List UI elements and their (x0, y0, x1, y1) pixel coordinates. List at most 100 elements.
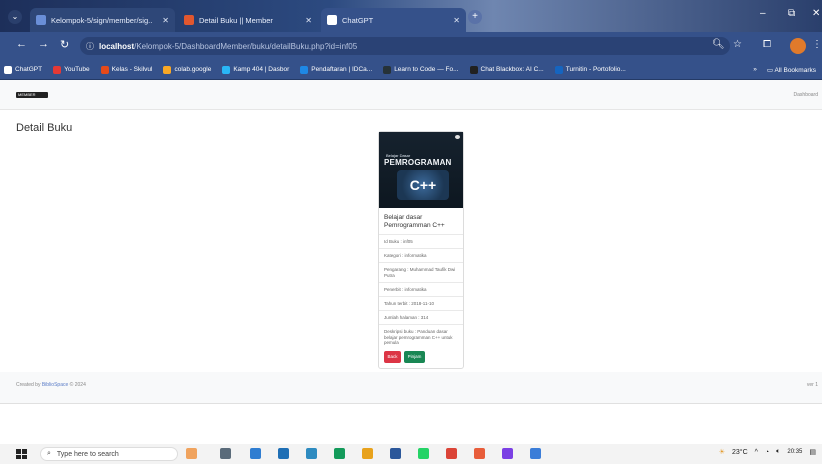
new-tab-icon[interactable]: + (468, 10, 482, 24)
search-icon: ⌕ (47, 450, 51, 457)
task-view-icon[interactable] (220, 448, 231, 459)
menu-icon[interactable]: ⋮ (812, 39, 822, 50)
youtube-icon (53, 65, 62, 74)
blackbox-icon (469, 65, 478, 74)
vscode-icon[interactable] (530, 448, 541, 459)
book-detail-author: Pengarang : Muhammad Taufik Dwi Putra (379, 262, 463, 282)
chrome-icon[interactable] (446, 448, 457, 459)
pinjam-button[interactable]: Pinjam (404, 351, 425, 363)
github-favicon-icon (36, 15, 46, 25)
file-explorer-icon[interactable] (362, 448, 373, 459)
book-detail-year: Tahun terbit : 2018-11-10 (379, 296, 463, 311)
back-arrow-icon[interactable]: ← (16, 38, 27, 50)
windows-start-icon[interactable] (16, 449, 27, 459)
kamp-icon (222, 65, 231, 74)
browser-tab-bar: ⌄ Kelompok-5/sign/member/sig.. ✕ Detail … (0, 0, 822, 32)
idcamp-icon (300, 65, 309, 74)
system-tray: ☀ 23°C ^ ◔ 🔈︎ 20:35 ▤ (719, 448, 816, 456)
browser-tab[interactable]: Detail Buku || Member ✕ (178, 8, 318, 32)
bookmarks-overflow-button[interactable]: » (753, 66, 757, 74)
book-detail-category: Kategori : informatika (379, 248, 463, 263)
bookmark-star-icon[interactable]: ☆ (733, 39, 742, 50)
cover-badge (455, 135, 460, 139)
author-link[interactable]: BiblioSpace (42, 382, 68, 388)
network-icon[interactable]: ◔ (765, 449, 769, 456)
book-detail-description: Deskripsi buku : Panduan dasar belajar p… (379, 324, 463, 350)
address-bar-row: ← → ↻ ⓘ localhost/Kelompok-5/DashboardMe… (0, 32, 822, 60)
bookmark-item[interactable]: Chat Blackbox: AI C... (469, 65, 544, 74)
volume-icon[interactable]: 🔈︎ (776, 448, 780, 456)
book-cover-image: Belajar Dasar PEMROGRAMAN C++ (379, 132, 463, 208)
clock[interactable]: 20:35 (787, 449, 802, 456)
forward-arrow-icon[interactable]: → (38, 38, 49, 50)
minimize-icon[interactable]: – (760, 8, 766, 19)
chatgpt-icon (4, 65, 12, 74)
colab-icon (163, 65, 172, 74)
bookmark-item[interactable]: Learn to Code — Fo... (383, 65, 459, 74)
url-host: localhost (99, 41, 135, 51)
url-input[interactable]: ⓘ localhost/Kelompok-5/DashboardMember/b… (80, 37, 730, 55)
back-button[interactable]: Back (384, 351, 401, 363)
browser-tab[interactable]: Kelompok-5/sign/member/sig.. ✕ (30, 8, 175, 32)
browser-tab-active[interactable]: ChatGPT ✕ (321, 8, 466, 32)
bookmark-item[interactable]: Turnitin - Portofolio... (554, 65, 626, 74)
book-detail-id: Id Buku : inf05 (379, 234, 463, 249)
copyright-text: Created by BiblioSpace © 2024 (16, 382, 86, 388)
tab-label: Detail Buku || Member (199, 15, 273, 25)
taskbar-app-icon[interactable] (306, 448, 317, 459)
all-bookmarks-button[interactable]: ▭ All Bookmarks (767, 66, 816, 74)
book-title: Belajar dasar Pemrogramman C++ (384, 214, 445, 229)
taskbar-app-icon[interactable] (502, 448, 513, 459)
version-text: ver 1 (806, 382, 818, 388)
bookmark-item[interactable]: Pendaftaran | IDCa... (300, 65, 372, 74)
taskbar-weather-icon[interactable] (186, 448, 197, 459)
edge-icon[interactable] (334, 448, 345, 459)
tray-chevron-icon[interactable]: ^ (755, 449, 758, 456)
bookmarks-bar: ChatGPT YouTube Kelas - Skilvul colab.go… (0, 60, 822, 80)
app-navbar: MEMBER Dashboard (0, 80, 822, 110)
book-detail-pages: Jumlah halaman : 314 (379, 310, 463, 325)
close-tab-icon[interactable]: ✕ (453, 16, 460, 25)
bookmark-item[interactable]: YouTube (53, 65, 90, 74)
page-title: Detail Buku (16, 122, 73, 134)
nav-dashboard-link[interactable]: Dashboard (794, 92, 818, 98)
close-tab-icon[interactable]: ✕ (305, 16, 312, 25)
bookmark-item[interactable]: Kelas - Skilvul (100, 65, 152, 74)
freecodecamp-icon (383, 65, 392, 74)
windows-taskbar: ⌕ Type here to search ☀ 23°C ^ ◔ 🔈︎ 20:3… (0, 444, 822, 464)
skilvul-icon (100, 65, 109, 74)
taskbar-app-icon[interactable] (278, 448, 289, 459)
app-logo[interactable]: MEMBER (16, 92, 48, 98)
cover-title: PEMROGRAMAN (384, 158, 452, 167)
tab-search-button[interactable]: ⌄ (8, 10, 22, 24)
weather-icon: ☀ (718, 449, 725, 456)
tab-label: Kelompok-5/sign/member/sig.. (51, 15, 153, 25)
turnitin-icon (554, 65, 563, 74)
close-tab-icon[interactable]: ✕ (162, 16, 169, 25)
bookmark-item[interactable]: ChatGPT (4, 65, 42, 74)
page-footer: Created by BiblioSpace © 2024 ver 1 (0, 372, 822, 404)
taskbar-app-icon[interactable] (474, 448, 485, 459)
restore-icon[interactable]: ⧉ (788, 8, 795, 19)
bookmark-item[interactable]: Kamp 404 | Dasbor (222, 65, 289, 74)
chatgpt-favicon-icon (327, 15, 337, 25)
tab-label: ChatGPT (342, 15, 374, 25)
bookmark-item[interactable]: colab.google (163, 65, 211, 74)
book-detail-publisher: Penerbit : informatika (379, 282, 463, 297)
taskbar-search-input[interactable]: ⌕ Type here to search (40, 447, 178, 461)
taskbar-app-icon[interactable] (250, 448, 261, 459)
page-favicon-icon (184, 15, 194, 25)
close-window-icon[interactable]: ✕ (812, 8, 820, 19)
reload-icon[interactable]: ↻ (60, 38, 69, 51)
profile-avatar[interactable] (790, 38, 806, 54)
notification-icon[interactable]: ▤ (809, 448, 816, 456)
extensions-icon[interactable]: ⧠ (763, 39, 771, 50)
site-info-icon[interactable]: ⓘ (86, 41, 94, 52)
zoom-icon[interactable]: 🔍︎ (712, 39, 725, 50)
book-card: Belajar Dasar PEMROGRAMAN C++ Belajar da… (378, 131, 464, 369)
url-path: /Kelompok-5/DashboardMember/buku/detailB… (134, 41, 358, 51)
word-icon[interactable] (390, 448, 401, 459)
weather-temp[interactable]: 23°C (732, 449, 748, 456)
whatsapp-icon[interactable] (418, 448, 429, 459)
cover-language: C++ (397, 170, 449, 200)
